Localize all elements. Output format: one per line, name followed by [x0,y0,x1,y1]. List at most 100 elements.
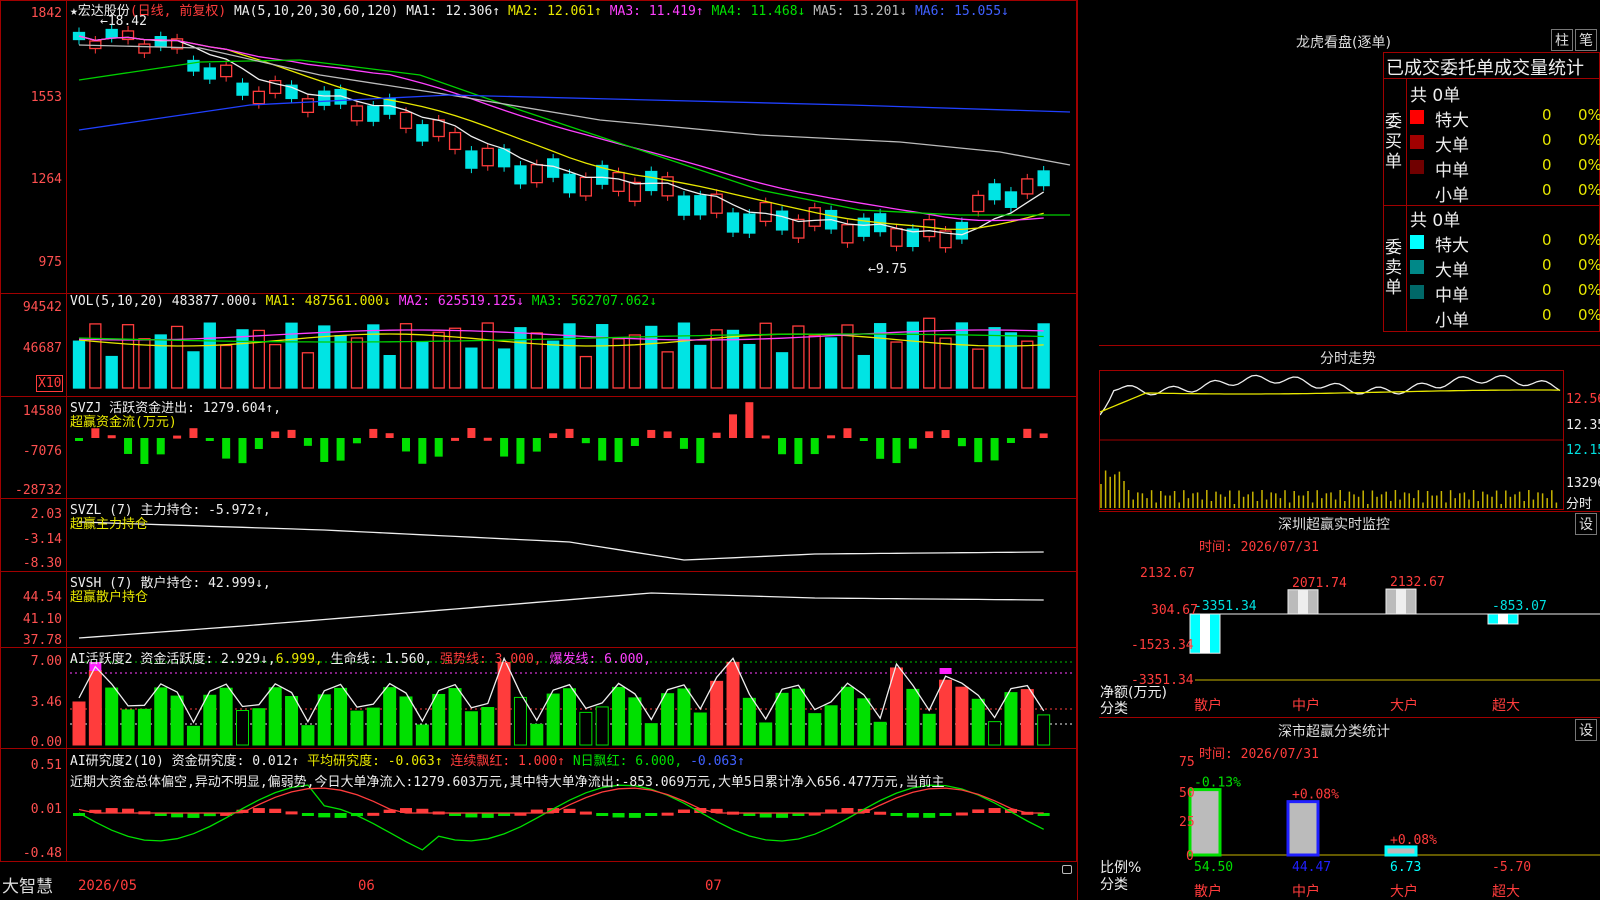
order-percent: 0% [1578,231,1600,249]
ai-active-bar [1037,714,1051,746]
order-color-swatch [1410,235,1424,249]
research-bar [269,808,282,813]
candle-body [645,170,658,192]
svzj-bar [205,438,214,441]
ai-active-bar [939,679,953,746]
candle-body [465,150,478,169]
candle-body [432,119,445,138]
date-axis-bar [0,862,1077,900]
volume-bar [808,335,821,389]
candle-body [1037,170,1050,187]
ai-active-bar [88,670,102,746]
svzj-bar [925,431,934,438]
svzj-bar [859,438,868,441]
candle-body [448,131,462,151]
stats-settings-button[interactable]: 设 [1575,719,1597,741]
svzj-bar [352,438,361,444]
svzj-bar [287,429,296,438]
research-bar [579,811,592,815]
fenshi-chart-box[interactable] [1099,370,1564,510]
volume-bar [383,354,396,389]
date-label: 2026/05 [78,878,138,894]
candle-body [743,213,756,234]
bar-mode-button[interactable]: 柱 [1551,29,1573,51]
ai-active-bar [971,698,985,746]
ai-active-bar [137,708,151,746]
volume-bar [1004,332,1018,389]
fenshi-button[interactable]: 分时 [1566,493,1592,512]
stats-title: 深市超赢分类统计 [1278,724,1390,740]
volume-bar [759,322,772,389]
svsh-subtitle: 超赢散户持仓 [70,590,149,605]
favorite-star-icon[interactable]: ★ [70,4,78,19]
ai-active-bar [710,680,724,746]
ai-active-tick: 0.00 [30,735,62,750]
svzj-bar [222,438,231,459]
svzj-bar [990,438,999,461]
volume-bar [154,334,167,389]
candle-body [775,210,789,231]
fenshi-border [1099,345,1600,346]
ai-active-bar [252,708,266,746]
svzj-tick: -28732 [15,483,62,498]
order-count: 0 [1542,181,1552,199]
research-bar [285,811,298,815]
svzj-bar [696,438,705,464]
research-bar [645,813,658,816]
svzj-bar [173,435,182,439]
ai-active-bar [693,712,707,746]
svzj-bar [336,438,345,461]
candle-body [841,224,854,244]
candle-body [138,43,151,54]
ai-active-bar [677,688,691,746]
monitor-value-label: 2071.74 [1292,576,1347,591]
ai-active-bar [726,661,740,746]
candle-body [236,82,249,96]
svzj-bar [663,431,672,438]
ai-active-bar [644,723,658,746]
candle-body [972,194,985,213]
volume-bar [187,351,200,389]
monitor-value-label: -853.07 [1492,599,1547,614]
order-divider [1383,78,1600,79]
svzj-bar [1006,438,1015,443]
candle-body [726,212,740,233]
kline-header: ★宏达股份(日线, 前复权) MA(5,10,20,30,60,120) MA1… [70,0,1009,19]
volume-bar [857,354,870,389]
monitor-value-label: 2132.67 [1390,575,1445,590]
research-bar [612,813,625,818]
monitor-settings-button[interactable]: 设 [1575,513,1597,535]
order-percent: 0% [1578,131,1600,149]
lock-icon[interactable] [1062,865,1072,874]
volume-bar [972,348,985,389]
candle-body [988,183,1001,201]
ai-active-bar [154,687,168,746]
right-divider [1077,0,1078,900]
svzj-bar [532,438,541,452]
candle-body [792,218,805,239]
ai-active-bar [546,693,560,746]
order-count: 0 [1542,306,1552,324]
candle-body [677,195,691,216]
ai-active-bar [530,723,544,746]
research-bar [563,808,576,813]
volume-header: VOL(5,10,20) 483877.000↓ MA1: 487561.000… [70,294,657,309]
volume-bar [775,352,789,389]
volume-bar [170,325,184,389]
buy-total: 共 0单 [1410,86,1461,106]
ai-active-bar [285,696,299,746]
ai-active-bar [1020,689,1034,746]
order-count: 0 [1542,256,1552,274]
order-row-3: 小单 0 0% [1410,181,1600,206]
svzj-bar [630,438,639,446]
tick-mode-button[interactable]: 笔 [1575,29,1597,51]
svzj-tick: -7076 [22,444,62,459]
candle-body [301,98,315,114]
order-percent: 0% [1578,281,1600,299]
ai-active-bar [857,698,871,746]
svsh-value: 散户持仓: 42.999↓, [140,576,271,591]
svzj-bar [810,438,819,455]
ai-active-tick: 3.46 [30,695,62,710]
app-logo[interactable]: 大智慧 [2,872,53,897]
fenshi-vol-tick: 13296 [1566,476,1600,491]
